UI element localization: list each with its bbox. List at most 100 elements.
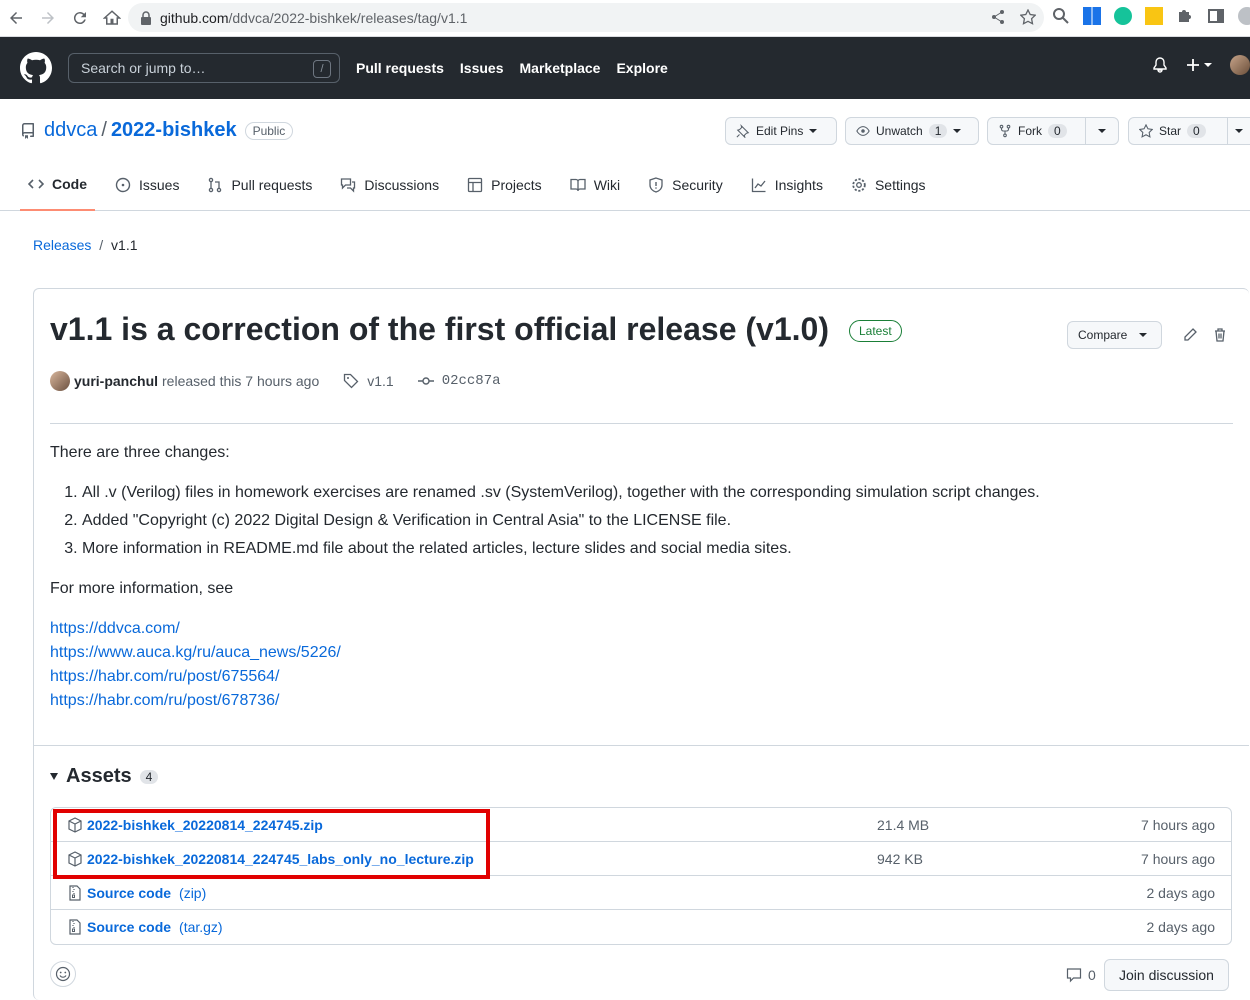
profile-icon[interactable]: [1238, 7, 1250, 25]
share-icon[interactable]: [990, 9, 1006, 25]
asset-time: 7 hours ago: [1141, 850, 1215, 867]
table-row: 2022-bishkek_20220814_224745.zip 21.4 MB…: [51, 808, 1231, 842]
create-new-button[interactable]: [1186, 58, 1212, 72]
address-bar[interactable]: github.com/ddvca/2022-bishkek/releases/t…: [128, 3, 1044, 32]
link-habr-678736[interactable]: https://habr.com/ru/post/678736/: [50, 689, 1040, 713]
tab-insights[interactable]: Insights: [743, 159, 831, 211]
release-title: v1.1 is a correction of the first offici…: [50, 311, 829, 347]
edit-pins-button[interactable]: Edit Pins: [725, 117, 837, 145]
search-input[interactable]: Search or jump to… /: [68, 53, 340, 83]
list-item: More information in README.md file about…: [82, 537, 1040, 561]
extensions-area: [1052, 7, 1250, 25]
nav-pull-requests[interactable]: Pull requests: [356, 60, 444, 76]
fork-icon: [999, 124, 1011, 138]
download-extension-icon[interactable]: [1145, 7, 1163, 25]
assets-heading: Assets: [66, 765, 132, 787]
tab-label: Wiki: [593, 177, 621, 193]
add-reaction-button[interactable]: [50, 961, 76, 987]
grammarly-extension-icon[interactable]: [1114, 7, 1132, 25]
bell-icon[interactable]: [1152, 57, 1168, 73]
arrow-right-icon: [42, 12, 54, 24]
link-ddvca[interactable]: https://ddvca.com/: [50, 617, 1040, 641]
puzzle-extensions-icon[interactable]: [1176, 7, 1194, 25]
nav-explore[interactable]: Explore: [616, 60, 667, 76]
assets-toggle[interactable]: Assets 4: [50, 765, 159, 788]
link-auca[interactable]: https://www.auca.kg/ru/auca_news/5226/: [50, 641, 1040, 665]
unwatch-button[interactable]: Unwatch 1: [845, 117, 979, 145]
star-bookmark-icon[interactable]: [1020, 9, 1036, 25]
source-format[interactable]: (tar.gz): [179, 919, 223, 935]
link-habr-675564[interactable]: https://habr.com/ru/post/675564/: [50, 665, 1040, 689]
tab-issues[interactable]: Issues: [107, 159, 187, 211]
trash-icon[interactable]: [1212, 327, 1228, 343]
tab-code[interactable]: Code: [20, 159, 95, 211]
forward-button[interactable]: [32, 2, 64, 34]
links-list: https://ddvca.com/ https://www.auca.kg/r…: [50, 617, 1040, 713]
star-dropdown-button[interactable]: [1227, 117, 1250, 145]
repo-owner-link[interactable]: ddvca: [44, 119, 97, 142]
breadcrumb-current: v1.1: [111, 237, 138, 253]
code-icon: [28, 179, 44, 189]
fork-count: 0: [1048, 124, 1067, 138]
tab-projects[interactable]: Projects: [459, 159, 550, 211]
list-item: Added "Copyright (c) 2022 Digital Design…: [82, 509, 1040, 533]
github-logo-icon[interactable]: [20, 52, 52, 84]
tab-label: Settings: [874, 177, 926, 193]
issue-icon: [115, 177, 131, 193]
star-count: 0: [1187, 124, 1206, 138]
repo-name-link[interactable]: 2022-bishkek: [111, 119, 237, 142]
breadcrumb-separator: /: [99, 237, 104, 253]
tab-label: Code: [52, 176, 87, 192]
lock-icon: [141, 10, 151, 25]
tag-link[interactable]: v1.1: [367, 373, 393, 389]
table-row: Source code (zip) 2 days ago: [51, 876, 1231, 910]
asset-time: 2 days ago: [1146, 919, 1216, 935]
nav-marketplace[interactable]: Marketplace: [520, 60, 601, 76]
commit-link[interactable]: 02cc87a: [442, 373, 501, 389]
breadcrumb: Releases / v1.1: [33, 237, 138, 253]
chevron-down-icon: [1139, 333, 1148, 337]
tag-icon: [344, 373, 359, 389]
nav-issues[interactable]: Issues: [460, 60, 504, 76]
asset-time: 2 days ago: [1146, 884, 1216, 901]
fork-button[interactable]: Fork 0: [987, 117, 1086, 145]
author-link[interactable]: yuri-panchul: [74, 373, 158, 389]
star-button[interactable]: Star 0: [1128, 117, 1228, 145]
search-lens-icon[interactable]: [1052, 7, 1070, 25]
sidepanel-icon[interactable]: [1207, 7, 1225, 25]
tab-pull-requests[interactable]: Pull requests: [199, 159, 320, 211]
asset-link[interactable]: 2022-bishkek_20220814_224745.zip: [87, 817, 323, 833]
tab-discussions[interactable]: Discussions: [332, 159, 447, 211]
pencil-icon[interactable]: [1182, 327, 1198, 343]
tab-settings[interactable]: Settings: [843, 159, 934, 211]
tab-security[interactable]: Security: [640, 159, 731, 211]
compare-label: Compare: [1078, 328, 1128, 342]
divider: [50, 423, 1233, 424]
file-zip-icon: [69, 919, 81, 935]
chevron-down-icon: [1204, 63, 1212, 67]
asset-link[interactable]: 2022-bishkek_20220814_224745_labs_only_n…: [87, 851, 474, 867]
breadcrumb-releases-link[interactable]: Releases: [33, 237, 91, 253]
compare-button[interactable]: Compare: [1067, 321, 1162, 349]
github-header: Search or jump to… / Pull requests Issue…: [0, 37, 1250, 99]
plus-icon: [1187, 59, 1199, 71]
book-icon: [570, 178, 586, 192]
latest-badge: Latest: [849, 320, 902, 342]
repo-header: ddvca / 2022-bishkek Public Code Issues …: [0, 99, 1250, 211]
source-code-targz-link[interactable]: Source code: [87, 919, 171, 935]
author-avatar[interactable]: [50, 371, 70, 391]
url-text: github.com/ddvca/2022-bishkek/releases/t…: [160, 9, 468, 26]
tab-wiki[interactable]: Wiki: [562, 159, 628, 211]
windows-extension-icon[interactable]: [1083, 7, 1101, 25]
avatar[interactable]: [1230, 55, 1250, 75]
join-discussion-button[interactable]: Join discussion: [1104, 959, 1229, 991]
fork-dropdown-button[interactable]: [1085, 117, 1119, 145]
back-button[interactable]: [0, 2, 32, 34]
repo-title: ddvca / 2022-bishkek Public: [20, 119, 294, 142]
home-button[interactable]: [96, 2, 128, 34]
source-format[interactable]: (zip): [179, 885, 206, 901]
comment-count-value: 0: [1088, 967, 1096, 983]
reload-button[interactable]: [64, 2, 96, 34]
source-code-zip-link[interactable]: Source code: [87, 885, 171, 901]
commit-icon: [417, 377, 434, 385]
